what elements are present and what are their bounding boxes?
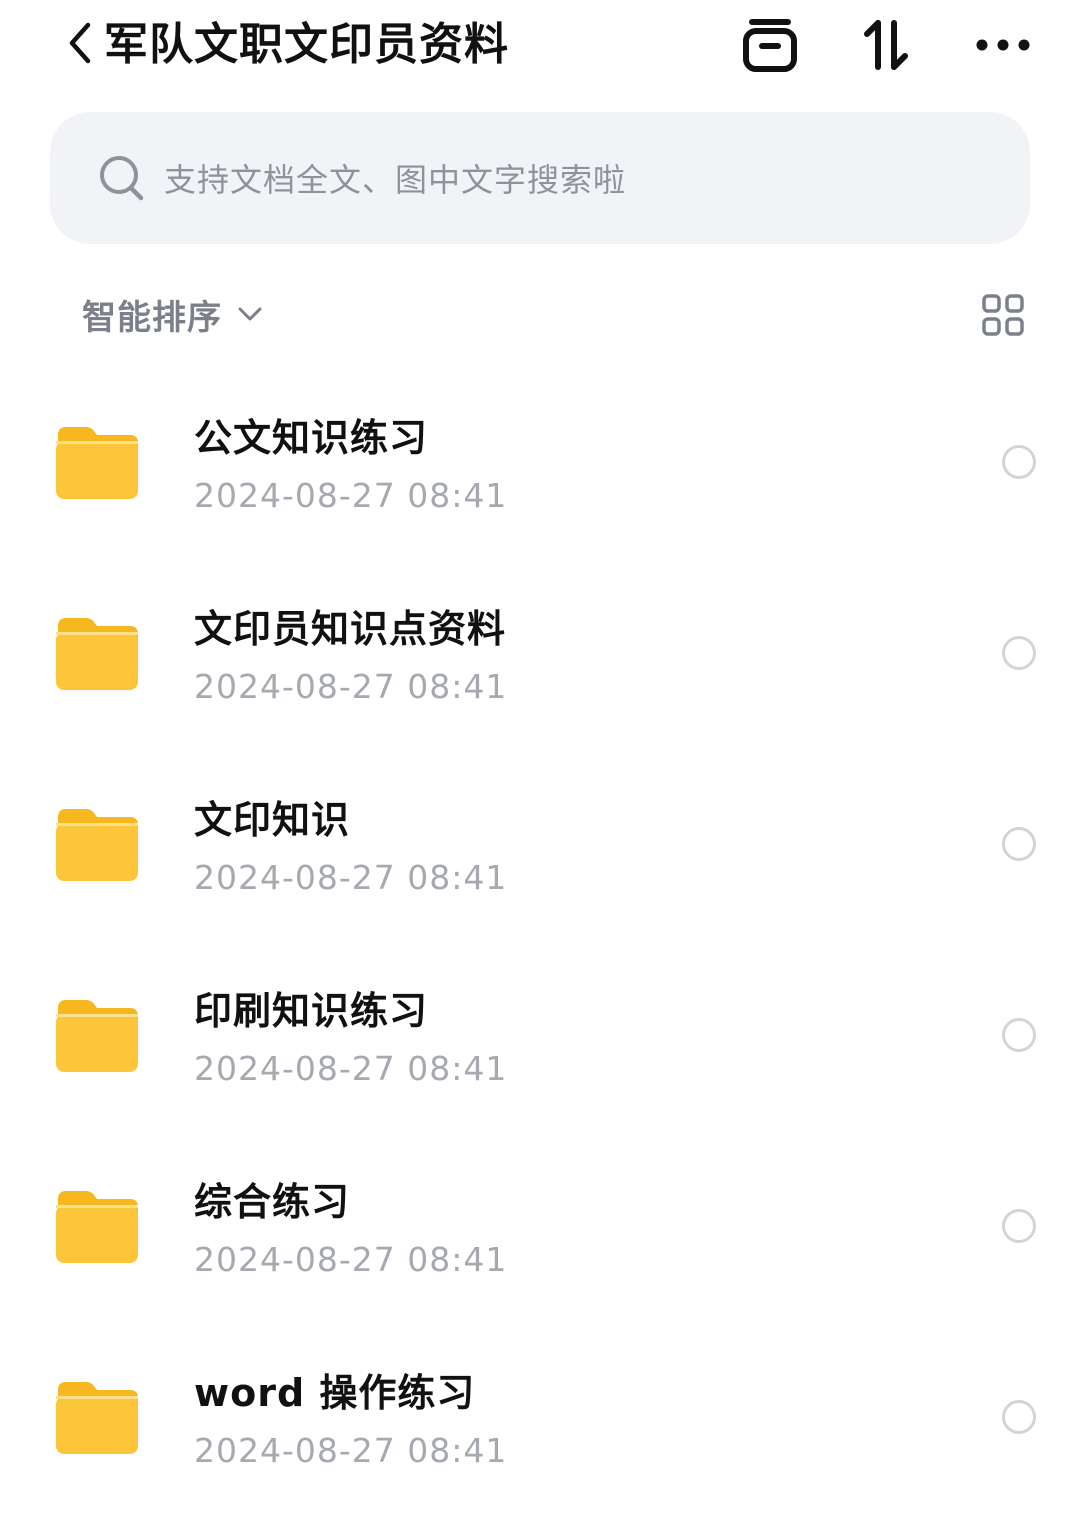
item-name: 文印知识 bbox=[194, 798, 351, 842]
page-title: 军队文职文印员资料 bbox=[104, 19, 509, 70]
folder-icon bbox=[56, 618, 138, 690]
list-item[interactable]: 公文知识练习 2024-08-27 08:41 bbox=[0, 366, 1080, 557]
chevron-down-icon bbox=[236, 300, 264, 328]
back-button[interactable] bbox=[58, 16, 102, 70]
sort-dropdown[interactable]: 智能排序 bbox=[82, 288, 264, 340]
more-button[interactable] bbox=[968, 14, 1038, 76]
search-icon bbox=[96, 152, 148, 204]
item-name: 印刷知识练习 bbox=[194, 989, 429, 1033]
sort-label: 智能排序 bbox=[82, 297, 222, 338]
item-name: word 操作练习 bbox=[194, 1371, 476, 1415]
folder-icon bbox=[56, 809, 138, 881]
list-item[interactable]: 综合练习 2024-08-27 08:41 bbox=[0, 1130, 1080, 1321]
grid-view-icon bbox=[982, 294, 1024, 336]
item-name: 综合练习 bbox=[194, 1180, 351, 1224]
sort-button[interactable] bbox=[856, 14, 916, 76]
folder-icon bbox=[56, 1191, 138, 1263]
item-date: 2024-08-27 08:41 bbox=[194, 667, 508, 706]
item-date: 2024-08-27 08:41 bbox=[194, 476, 508, 515]
select-radio[interactable] bbox=[1002, 1018, 1036, 1052]
search-placeholder: 支持文档全文、图中文字搜索啦 bbox=[164, 161, 627, 199]
sort-toolbar: 智能排序 bbox=[0, 282, 1080, 346]
folder-icon bbox=[56, 1382, 138, 1454]
search-bar[interactable]: 支持文档全文、图中文字搜索啦 bbox=[50, 112, 1030, 244]
sort-arrows-icon bbox=[864, 20, 908, 70]
list-item[interactable]: 印刷知识练习 2024-08-27 08:41 bbox=[0, 939, 1080, 1130]
archive-button[interactable] bbox=[736, 14, 804, 76]
item-date: 2024-08-27 08:41 bbox=[194, 1431, 508, 1470]
item-name: 公文知识练习 bbox=[194, 416, 429, 460]
select-radio[interactable] bbox=[1002, 1209, 1036, 1243]
list-item[interactable]: 文印员知识点资料 2024-08-27 08:41 bbox=[0, 557, 1080, 748]
item-date: 2024-08-27 08:41 bbox=[194, 1049, 508, 1088]
top-bar: 军队文职文印员资料 bbox=[0, 0, 1080, 92]
folder-icon bbox=[56, 1000, 138, 1072]
select-radio[interactable] bbox=[1002, 827, 1036, 861]
folder-icon bbox=[56, 427, 138, 499]
file-list: 公文知识练习 2024-08-27 08:41 文印员知识点资料 2024-08… bbox=[0, 366, 1080, 1512]
select-radio[interactable] bbox=[1002, 445, 1036, 479]
item-name: 文印员知识点资料 bbox=[194, 607, 507, 651]
grid-view-button[interactable] bbox=[980, 292, 1026, 338]
item-date: 2024-08-27 08:41 bbox=[194, 858, 508, 897]
select-radio[interactable] bbox=[1002, 636, 1036, 670]
back-icon bbox=[69, 22, 91, 64]
list-item[interactable]: 文印知识 2024-08-27 08:41 bbox=[0, 748, 1080, 939]
list-item[interactable]: word 操作练习 2024-08-27 08:41 bbox=[0, 1321, 1080, 1512]
select-radio[interactable] bbox=[1002, 1400, 1036, 1434]
item-date: 2024-08-27 08:41 bbox=[194, 1240, 508, 1279]
more-dots-icon bbox=[976, 39, 1030, 51]
archive-box-icon bbox=[743, 19, 797, 72]
